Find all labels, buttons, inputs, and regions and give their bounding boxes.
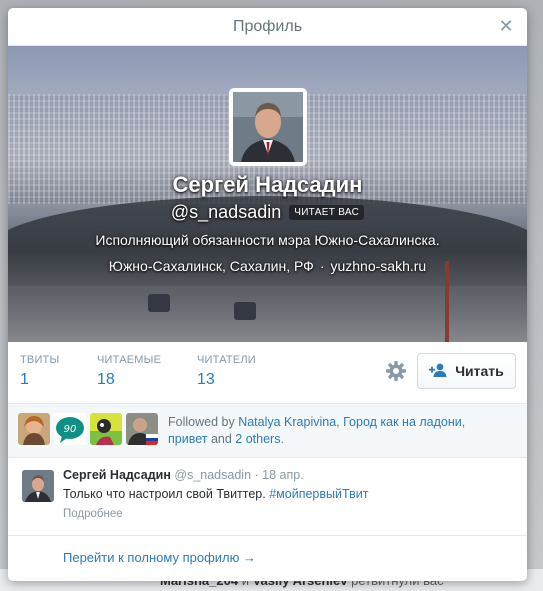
followed-by-comma: ,	[336, 415, 340, 429]
stat-following[interactable]: ЧИТАЕМЫЕ 18	[97, 354, 161, 389]
followed-by-text: Followed by Natalya Krapivina, Город как…	[168, 414, 497, 448]
follower-avatar[interactable]: 90	[54, 413, 86, 445]
stat-tweets[interactable]: ТВИТЫ 1	[20, 354, 59, 389]
profile-website-link[interactable]: yuzhno-sakh.ru	[330, 258, 426, 274]
stat-tweets-label: ТВИТЫ	[20, 354, 60, 366]
followed-by-period: .	[280, 432, 284, 446]
followed-by-user-3[interactable]: привет	[168, 432, 207, 446]
modal-title: Профиль	[232, 17, 303, 35]
stat-followers[interactable]: ЧИТАТЕЛИ 13	[197, 354, 256, 389]
followed-by-and: and	[210, 432, 232, 446]
gear-icon[interactable]	[385, 360, 407, 382]
follower-avatar[interactable]	[18, 413, 50, 445]
close-icon[interactable]: ✕	[497, 17, 515, 35]
add-person-icon	[429, 363, 449, 380]
followed-by-user-2[interactable]: Город как на ладони	[343, 415, 462, 429]
full-profile-link[interactable]: Перейти к полному профилю →	[63, 550, 256, 565]
profile-stats: ТВИТЫ 1 ЧИТАЕМЫЕ 18 ЧИТАТЕЛИ 13 Читать	[8, 342, 527, 404]
followed-by-comma: ,	[461, 415, 466, 429]
tweet-avatar[interactable]	[22, 470, 54, 502]
tweet-expand-link[interactable]: Подробнее	[63, 508, 123, 520]
profile-modal: Профиль ✕ Сергей Надсадин @s_nadsadin ЧИ…	[8, 8, 527, 581]
profile-location: Южно-Сахалинск, Сахалин, РФ	[108, 258, 314, 274]
stat-following-value: 18	[97, 371, 115, 388]
tweet-text: Только что настроил свой Твиттер. #мойпе…	[63, 487, 368, 501]
tweet-author-handle[interactable]: @s_nadsadin	[174, 468, 251, 482]
modal-header: Профиль ✕	[8, 8, 527, 46]
profile-avatar[interactable]	[229, 88, 307, 166]
followed-by-section: 90 Followed by Natalya Krapivina, Город …	[8, 404, 527, 458]
tweet-author-name[interactable]: Сергей Надсадин	[63, 468, 171, 482]
latest-tweet[interactable]: Сергей Надсадин @s_nadsadin · 18 апр. То…	[8, 458, 527, 536]
location-separator: ·	[319, 258, 325, 274]
tweet-hashtag[interactable]: #мойпервыйТвит	[269, 487, 368, 501]
stat-followers-value: 13	[197, 371, 215, 388]
followers-avatars: 90	[18, 413, 158, 445]
svg-text:90: 90	[64, 424, 77, 435]
tweet-date[interactable]: 18 апр.	[262, 468, 304, 482]
profile-banner: Сергей Надсадин @s_nadsadin ЧИТАЕТ ВАС И…	[8, 46, 527, 342]
follow-button-label: Читать	[455, 363, 504, 379]
profile-handle-line: @s_nadsadin ЧИТАЕТ ВАС	[8, 202, 527, 223]
cable-car-icon	[234, 302, 256, 320]
stat-following-label: ЧИТАЕМЫЕ	[97, 354, 162, 366]
followed-by-user-1[interactable]: Natalya Krapivina	[238, 415, 336, 429]
follower-avatar[interactable]	[90, 413, 122, 445]
follow-button[interactable]: Читать	[417, 353, 516, 389]
tweet-body: Только что настроил свой Твиттер.	[63, 487, 266, 501]
profile-bio: Исполняющий обязанности мэра Южно-Сахали…	[95, 232, 440, 248]
cable-car-icon	[148, 294, 170, 312]
profile-full-name[interactable]: Сергей Надсадин	[8, 172, 527, 198]
tweet-header: Сергей Надсадин @s_nadsadin · 18 апр.	[63, 468, 304, 482]
stat-tweets-value: 1	[20, 371, 29, 388]
follows-you-badge: ЧИТАЕТ ВАС	[289, 205, 365, 220]
profile-handle[interactable]: @s_nadsadin	[171, 202, 281, 223]
follower-avatar[interactable]	[126, 413, 158, 445]
followed-by-prefix: Followed by	[168, 415, 235, 429]
tweet-dot: ·	[254, 468, 259, 482]
followed-by-others[interactable]: 2 others	[235, 432, 280, 446]
stat-followers-label: ЧИТАТЕЛИ	[197, 354, 256, 366]
profile-location-line: Южно-Сахалинск, Сахалин, РФ · yuzhno-sak…	[8, 258, 527, 274]
